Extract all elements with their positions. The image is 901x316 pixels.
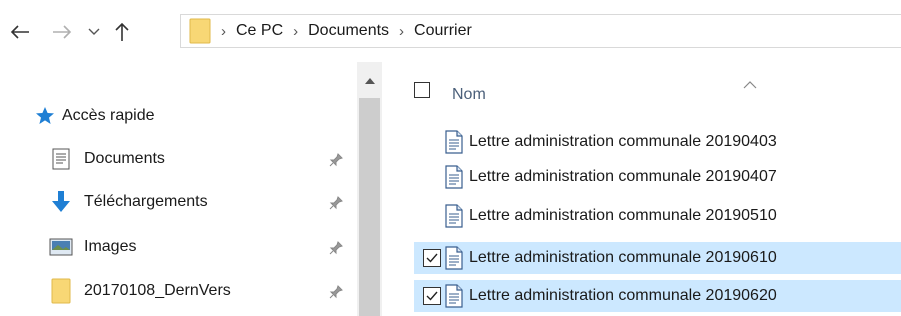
breadcrumb-separator[interactable]: › (293, 23, 298, 40)
text-document-icon (443, 129, 465, 155)
file-name: Lettre administration communale 20190407 (469, 168, 777, 185)
checkmark-icon (426, 253, 438, 263)
pin-icon[interactable] (326, 193, 346, 213)
breadcrumb-courrier[interactable]: Courrier (414, 22, 472, 40)
pin-icon[interactable] (326, 282, 346, 302)
file-name: Lettre administration communale 20190403 (469, 133, 777, 150)
address-toolbar: › Ce PC › Documents › Courrier (0, 0, 901, 62)
column-header-label: Nom (452, 86, 486, 103)
up-button[interactable] (110, 18, 134, 46)
breadcrumb-separator[interactable]: › (399, 23, 404, 40)
back-button[interactable] (8, 18, 32, 46)
sort-ascending-icon (743, 76, 757, 94)
arrow-up-icon (115, 22, 129, 41)
file-list: Nom Lettre administration communale 2019… (384, 62, 901, 316)
scroll-up-button[interactable] (357, 70, 382, 92)
address-bar[interactable]: › Ce PC › Documents › Courrier (180, 14, 901, 48)
sidebar-item-documents[interactable]: Documents (48, 144, 165, 174)
recent-locations-button[interactable] (82, 18, 106, 46)
folder-icon (48, 278, 74, 304)
text-document-icon (443, 203, 465, 229)
sidebar-item-quick-access[interactable]: Accès rapide (34, 101, 155, 131)
scroll-thumb[interactable] (359, 98, 380, 316)
pin-icon[interactable] (326, 238, 346, 258)
forward-button[interactable] (50, 18, 74, 46)
text-document-icon (443, 245, 465, 271)
pin-icon[interactable] (326, 150, 346, 170)
breadcrumb-documents[interactable]: Documents (308, 22, 389, 40)
file-name: Lettre administration communale 20190610 (469, 249, 777, 266)
documents-icon (48, 147, 74, 171)
select-all-checkbox[interactable] (414, 82, 430, 98)
text-document-icon (443, 164, 465, 190)
file-row[interactable]: Lettre administration communale 20190407 (414, 161, 901, 193)
file-row[interactable]: Lettre administration communale 20190403 (414, 126, 901, 158)
sidebar-item-label: Téléchargements (84, 193, 208, 210)
folder-icon (189, 18, 211, 44)
images-icon (48, 235, 74, 259)
sidebar-item-downloads[interactable]: Téléchargements (48, 187, 208, 217)
file-row[interactable]: Lettre administration communale 20190510 (414, 200, 901, 232)
breadcrumb-separator[interactable]: › (221, 23, 226, 40)
download-arrow-icon (48, 190, 74, 214)
arrow-left-icon (10, 25, 29, 39)
sidebar-item-label: 20170108_DernVers (84, 282, 231, 299)
chevron-down-icon (88, 28, 100, 35)
text-document-icon (443, 283, 465, 309)
breadcrumb-ce-pc[interactable]: Ce PC (236, 22, 283, 40)
navigation-scrollbar[interactable] (357, 62, 382, 316)
column-header-name[interactable]: Nom (452, 78, 901, 112)
sidebar-item-label: Documents (84, 150, 165, 167)
file-row[interactable]: Lettre administration communale 20190610 (414, 242, 901, 274)
file-row[interactable]: Lettre administration communale 20190620 (414, 280, 901, 312)
sidebar-item-images[interactable]: Images (48, 232, 136, 262)
arrow-right-icon (53, 25, 72, 39)
file-name: Lettre administration communale 20190510 (469, 207, 777, 224)
row-checkbox[interactable] (423, 287, 441, 305)
sidebar-item-label: Images (84, 238, 137, 255)
star-icon (34, 104, 56, 128)
sidebar-item-20170108-dernvers[interactable]: 20170108_DernVers (48, 276, 231, 306)
caret-up-icon (364, 78, 375, 84)
navigation-pane: Accès rapide Documents Téléchargements I… (0, 62, 355, 316)
sidebar-item-label: Accès rapide (62, 107, 155, 124)
file-name: Lettre administration communale 20190620 (469, 287, 777, 304)
row-checkbox[interactable] (423, 249, 441, 267)
checkmark-icon (426, 291, 438, 301)
